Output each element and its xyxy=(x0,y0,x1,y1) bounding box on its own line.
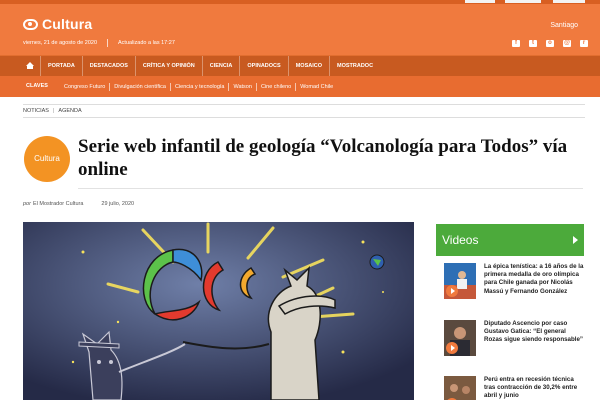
claves-label: CLAVES xyxy=(26,83,48,89)
video-title[interactable]: Perú entra en recesión técnica tras cont… xyxy=(484,376,584,400)
video-title[interactable]: La épica tenística: a 16 años de la prim… xyxy=(484,263,584,296)
site-header: Cultura viernes, 21 de agosto de 2020 Ac… xyxy=(0,0,600,55)
video-item[interactable]: Perú entra en recesión técnica tras cont… xyxy=(444,376,584,400)
top-tab[interactable] xyxy=(465,0,495,3)
article-title: Serie web infantil de geología “Volcanol… xyxy=(78,136,568,180)
section-badge[interactable]: Cultura xyxy=(24,136,70,182)
eye-logo-icon xyxy=(23,18,38,30)
peru-thumbnail-image xyxy=(444,376,476,400)
rss-icon[interactable]: r xyxy=(580,40,588,47)
site-logo[interactable]: Cultura xyxy=(23,16,92,32)
video-thumbnail[interactable] xyxy=(444,320,476,356)
video-item[interactable]: La épica tenística: a 16 años de la prim… xyxy=(444,263,584,303)
dateline: viernes, 21 de agosto de 2020 Actualizad… xyxy=(23,39,175,47)
video-title[interactable]: Diputado Ascencio por caso Gustavo Gatic… xyxy=(484,320,584,345)
nav-item[interactable]: CRÍTICA Y OPINIÓN xyxy=(134,56,202,77)
updated-time: Actualizado a las 17:27 xyxy=(118,40,175,46)
nav-item[interactable]: MOSTRADOC xyxy=(328,56,380,77)
twitter-icon[interactable]: t xyxy=(529,40,537,47)
current-date: viernes, 21 de agosto de 2020 xyxy=(23,40,98,46)
video-thumbnail[interactable] xyxy=(444,376,476,400)
secondary-nav: CLAVES Congreso Futuro Divulgación cient… xyxy=(0,76,600,97)
divider xyxy=(107,39,109,47)
publish-date: 29 julio, 2020 xyxy=(101,201,135,207)
tag-link[interactable]: Ciencia y tecnología xyxy=(169,82,229,91)
social-links: f t o @ r xyxy=(512,40,588,47)
brand-name: Cultura xyxy=(42,16,93,32)
play-icon[interactable] xyxy=(446,342,458,354)
tag-link[interactable]: Divulgación científica xyxy=(109,82,170,91)
top-tab[interactable] xyxy=(553,0,585,3)
tag-link[interactable]: Womad Chile xyxy=(295,82,337,91)
video-item[interactable]: Diputado Ascencio por caso Gustavo Gatic… xyxy=(444,320,584,360)
video-thumbnail[interactable] xyxy=(444,263,476,299)
article-hero-image xyxy=(23,222,414,400)
nav-item[interactable]: MOSAICO xyxy=(287,56,329,77)
city-label[interactable]: Santiago xyxy=(550,22,578,29)
tag-link[interactable]: Watson xyxy=(228,82,255,91)
breadcrumb-item[interactable]: AGENDA xyxy=(58,108,81,114)
volcano-illustration xyxy=(23,222,414,400)
nav-item[interactable]: PORTADA xyxy=(40,56,82,77)
top-strip xyxy=(0,0,600,4)
nav-item[interactable]: CIENCIA xyxy=(201,56,240,77)
chevron-right-icon xyxy=(573,236,578,244)
byline-prefix: por xyxy=(23,201,31,207)
videos-heading: Videos xyxy=(442,233,479,247)
videos-header[interactable]: Videos xyxy=(436,224,584,256)
instagram-icon[interactable]: o xyxy=(546,40,554,47)
author-link[interactable]: El Mostrador Cultura xyxy=(33,201,83,207)
mail-icon[interactable]: @ xyxy=(563,40,571,47)
tag-link[interactable]: Cine chileno xyxy=(255,82,295,91)
breadcrumb-item[interactable]: NOTICIAS xyxy=(23,108,49,114)
facebook-icon[interactable]: f xyxy=(512,40,520,47)
nav-item[interactable]: OPINADOCS xyxy=(239,56,287,77)
nav-item[interactable]: DESTACADOS xyxy=(81,56,135,77)
primary-nav: PORTADA DESTACADOS CRÍTICA Y OPINIÓN CIE… xyxy=(0,55,600,77)
title-divider xyxy=(78,188,583,189)
byline: por El Mostrador Cultura 29 julio, 2020 xyxy=(23,201,134,207)
tag-link[interactable]: Congreso Futuro xyxy=(60,83,109,91)
breadcrumb-separator: | xyxy=(52,108,55,114)
play-icon[interactable] xyxy=(446,285,458,297)
home-icon[interactable] xyxy=(26,62,34,69)
top-tab[interactable] xyxy=(505,0,541,3)
breadcrumb: NOTICIAS | AGENDA xyxy=(23,104,585,118)
